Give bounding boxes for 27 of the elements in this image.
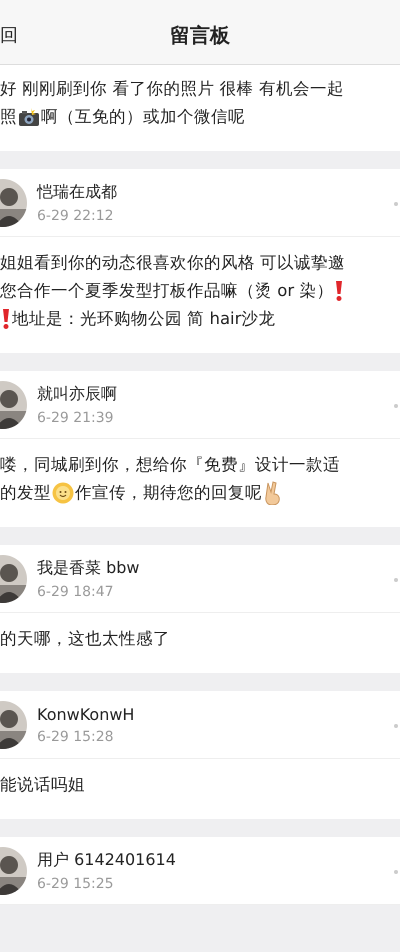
back-button[interactable]: 回: [0, 23, 18, 47]
message-text: 姐姐看到你的动态很喜欢你的风格 可以诚挚邀: [0, 252, 346, 274]
timestamp: 6-29 15:25: [37, 876, 115, 892]
message-text: 能说话吗姐: [0, 774, 85, 796]
user-name[interactable]: 就叫亦辰啊: [37, 384, 117, 404]
page-title: 留言板: [170, 22, 230, 48]
message-text: 地址是：光环购物公园 简 hair沙龙: [12, 308, 276, 330]
smiley-icon: [52, 482, 74, 504]
user-name[interactable]: 用户 6142401614: [37, 850, 176, 870]
timestamp: 6-29 21:39: [37, 410, 115, 426]
message-text: 照: [0, 106, 17, 128]
timestamp: 6-29 22:12: [37, 208, 115, 224]
timestamp: 6-29 15:28: [37, 728, 115, 744]
exclamation-icon: [1, 308, 11, 330]
user-name[interactable]: 恺瑞在成都: [37, 182, 117, 202]
exclamation-icon: [334, 280, 344, 302]
user-name[interactable]: KonwKonwH: [37, 704, 134, 724]
timestamp: 6-29 18:47: [37, 584, 115, 600]
camera-icon: [18, 107, 40, 127]
message-text: 喽，同城刷到你，想给你『免费』设计一款适: [0, 454, 340, 476]
message-text: 您合作一个夏季发型打板作品嘛（烫 or 染）: [0, 280, 334, 302]
message-text: 的发型: [0, 482, 51, 504]
message-text: 啊（互免的）或加个微信呢: [41, 106, 245, 128]
message-text: 的天哪，这也太性感了: [0, 628, 170, 650]
user-name[interactable]: 我是香菜 bbw: [37, 558, 140, 578]
message-text: 好 刚刚刷到你 看了你的照片 很棒 有机会一起: [0, 78, 344, 100]
message-text: 作宣传，期待您的回复呢: [75, 482, 262, 504]
